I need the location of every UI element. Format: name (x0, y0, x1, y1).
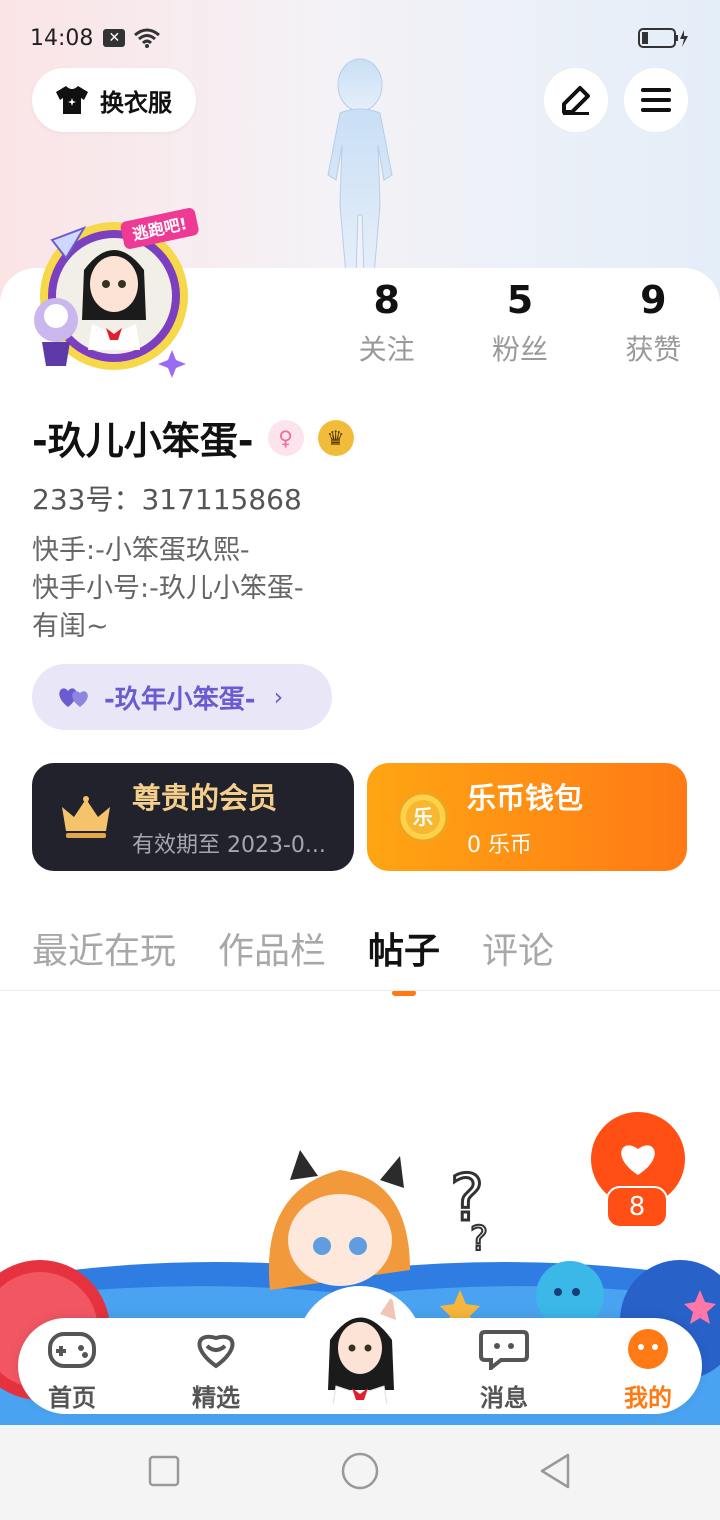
member-card[interactable]: 尊贵的会员 有效期至 2023-0... (32, 763, 354, 871)
fan-tag-label: -玖年小笨蛋- (104, 684, 256, 715)
tabs-divider (0, 990, 720, 991)
change-outfit-label: 换衣服 (100, 88, 172, 117)
wifi-icon (134, 28, 161, 48)
battery-icon (638, 28, 688, 48)
user-bio: 快手:-小笨蛋玖熙- 快手小号:-玖儿小笨蛋- 有闺~ (32, 532, 304, 646)
bio-line: 有闺~ (32, 611, 109, 642)
wallet-card[interactable]: 乐 乐币钱包 0 乐币 (367, 763, 687, 871)
center-avatar-button[interactable] (300, 1290, 420, 1410)
coin-icon: 乐 (397, 791, 449, 843)
pen-icon (562, 86, 590, 115)
nav-label: 首页 (48, 1384, 96, 1412)
member-expiry: 有效期至 2023-0... (132, 833, 326, 858)
stat-likes[interactable]: 9 获赞 (587, 278, 720, 368)
avatar-3d-model[interactable] (300, 55, 420, 275)
chevron-right-icon: › (273, 683, 284, 711)
nav-home[interactable]: 首页 (32, 1328, 112, 1413)
hearts-icon (59, 688, 88, 707)
message-icon (479, 1330, 529, 1373)
status-time: 14:08 (30, 25, 94, 51)
gamepad-icon (48, 1332, 96, 1368)
user-id: 233号：317115868 (32, 483, 302, 516)
bio-line: 快手小号:-玖儿小笨蛋- (32, 573, 304, 604)
name-row: -玖儿小笨蛋- ♀ ♛ (32, 410, 354, 465)
stat-value: 8 (373, 278, 400, 322)
tab-posts-label: 帖子 (368, 931, 441, 972)
tab-posts[interactable]: 帖子 (368, 922, 441, 996)
shirt-icon (56, 86, 88, 114)
crown-icon (62, 796, 110, 838)
change-outfit-button[interactable]: 换衣服 (32, 68, 196, 132)
edit-button[interactable] (544, 68, 608, 132)
status-bar: 14:08 ✕ (30, 18, 690, 58)
stat-value: 9 (640, 278, 667, 322)
menu-icon (641, 88, 671, 112)
fan-group-tag[interactable]: -玖年小笨蛋- › (32, 664, 332, 730)
stat-followers[interactable]: 5 粉丝 (453, 278, 586, 368)
profile-stats: 8 关注 5 粉丝 9 获赞 (320, 278, 720, 368)
sim-icon: ✕ (103, 29, 126, 47)
like-count: 8 (606, 1186, 668, 1228)
profile-tabs: 最近在玩 作品栏 帖子 评论 (32, 922, 554, 996)
me-face-icon (628, 1329, 668, 1369)
stat-following[interactable]: 8 关注 (320, 278, 453, 368)
tab-works[interactable]: 作品栏 (218, 922, 326, 974)
stat-label: 粉丝 (491, 333, 548, 366)
coin-glyph: 乐 (413, 805, 433, 829)
stat-value: 5 (506, 278, 534, 322)
system-nav-bar (0, 1425, 720, 1520)
tab-comments[interactable]: 评论 (482, 922, 554, 974)
nav-label: 消息 (480, 1384, 528, 1412)
nav-featured[interactable]: 精选 (176, 1328, 256, 1413)
nav-me[interactable]: 我的 (608, 1328, 688, 1413)
crown-icon[interactable]: ♛ (317, 419, 354, 456)
nav-label: 我的 (624, 1384, 672, 1412)
recents-icon[interactable] (148, 1455, 180, 1487)
female-icon: ♀ (267, 419, 304, 456)
stat-label: 获赞 (625, 333, 682, 366)
profile-avatar[interactable]: 逃跑吧! (22, 200, 200, 378)
svg-text:?: ? (470, 1219, 488, 1259)
member-title: 尊贵的会员 (132, 781, 278, 815)
heart-icon (621, 1145, 655, 1175)
wallet-title: 乐币钱包 (467, 781, 584, 815)
user-name: -玖儿小笨蛋- (32, 419, 254, 463)
nav-label: 精选 (192, 1384, 240, 1412)
back-icon[interactable] (538, 1453, 574, 1489)
wallet-balance: 0 乐币 (467, 833, 532, 858)
menu-button[interactable] (624, 68, 688, 132)
heart-chat-icon (197, 1334, 235, 1369)
stat-label: 关注 (358, 333, 415, 366)
nav-messages[interactable]: 消息 (464, 1328, 544, 1413)
home-icon[interactable] (340, 1451, 380, 1491)
bio-line: 快手:-小笨蛋玖熙- (32, 535, 250, 566)
tab-recent-played[interactable]: 最近在玩 (32, 922, 176, 974)
